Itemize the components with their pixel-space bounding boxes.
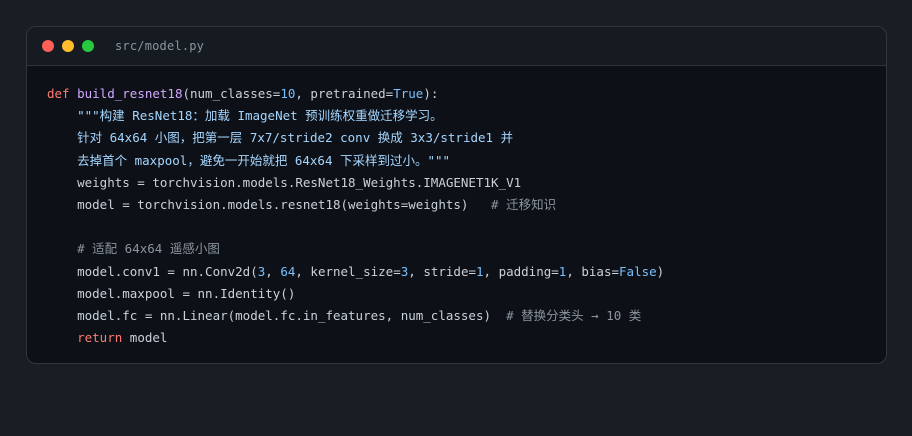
code-token: 针对 64x64 小图，把第一层 7x7/stride2 conv 换成 3x3… bbox=[77, 130, 514, 146]
code-token: 64 bbox=[280, 263, 296, 279]
code-token: (num_classes= bbox=[182, 86, 281, 101]
code-token: , stride= bbox=[408, 263, 476, 279]
code-line: # 适配 64x64 遥感小图 bbox=[47, 238, 664, 260]
code-token: 1 bbox=[476, 263, 484, 279]
code-token: def bbox=[47, 86, 70, 101]
close-dot-icon[interactable] bbox=[42, 40, 54, 52]
code-token: True bbox=[393, 86, 424, 101]
code-token: build_resnet18 bbox=[77, 86, 183, 101]
code-token: ) bbox=[656, 263, 665, 279]
code-token: , pretrained= bbox=[295, 86, 394, 101]
minimize-dot-icon[interactable] bbox=[62, 40, 74, 52]
code-token: model = torchvision.models.resnet18(weig… bbox=[47, 196, 492, 212]
code-line: weights = torchvision.models.ResNet18_We… bbox=[47, 172, 664, 194]
code-line: model.conv1 = nn.Conv2d(3, 64, kernel_si… bbox=[47, 261, 664, 283]
code-token: 10 bbox=[280, 86, 296, 101]
code-token: , bias= bbox=[566, 263, 620, 279]
code-token: 去掉首个 maxpool，避免一开始就把 64x64 下采样到过小。""" bbox=[77, 152, 451, 168]
code-token: # 迁移知识 bbox=[491, 196, 557, 212]
code-token: ): bbox=[423, 86, 439, 101]
code-window: src/model.py def build_resnet18(num_clas… bbox=[26, 26, 887, 364]
code-token: return bbox=[77, 330, 123, 346]
code-token: weights = torchvision.models.ResNet18_We… bbox=[47, 174, 522, 190]
code-token: model.maxpool = nn.Identity() bbox=[47, 285, 296, 301]
code-token: , kernel_size= bbox=[295, 263, 401, 279]
code-token: model bbox=[122, 330, 168, 346]
code-token: False bbox=[619, 263, 657, 279]
maximize-dot-icon[interactable] bbox=[82, 40, 94, 52]
code-block[interactable]: def build_resnet18(num_classes=10, pretr… bbox=[47, 83, 664, 349]
code-line: model.maxpool = nn.Identity() bbox=[47, 283, 664, 305]
code-line: model = torchvision.models.resnet18(weig… bbox=[47, 194, 664, 216]
code-token: # 适配 64x64 遥感小图 bbox=[77, 241, 220, 257]
code-token: model.fc = nn.Linear(model.fc.in_feature… bbox=[47, 307, 507, 323]
code-line: def build_resnet18(num_classes=10, pretr… bbox=[47, 83, 664, 105]
code-line: """构建 ResNet18：加载 ImageNet 预训练权重做迁移学习。 bbox=[47, 105, 664, 127]
window-titlebar: src/model.py bbox=[27, 27, 886, 66]
code-line: return model bbox=[47, 327, 664, 349]
code-token: # 替换分类头 → 10 类 bbox=[506, 307, 642, 323]
file-name-label: src/model.py bbox=[115, 39, 205, 53]
code-token: , bbox=[265, 263, 281, 279]
code-token: , padding= bbox=[483, 263, 559, 279]
code-line: model.fc = nn.Linear(model.fc.in_feature… bbox=[47, 305, 664, 327]
code-token: """构建 ResNet18：加载 ImageNet 预训练权重做迁移学习。 bbox=[77, 108, 443, 124]
code-line: 去掉首个 maxpool，避免一开始就把 64x64 下采样到过小。""" bbox=[47, 150, 664, 172]
code-line: 针对 64x64 小图，把第一层 7x7/stride2 conv 换成 3x3… bbox=[47, 127, 664, 149]
code-token: model.conv1 = nn.Conv2d( bbox=[47, 263, 258, 279]
